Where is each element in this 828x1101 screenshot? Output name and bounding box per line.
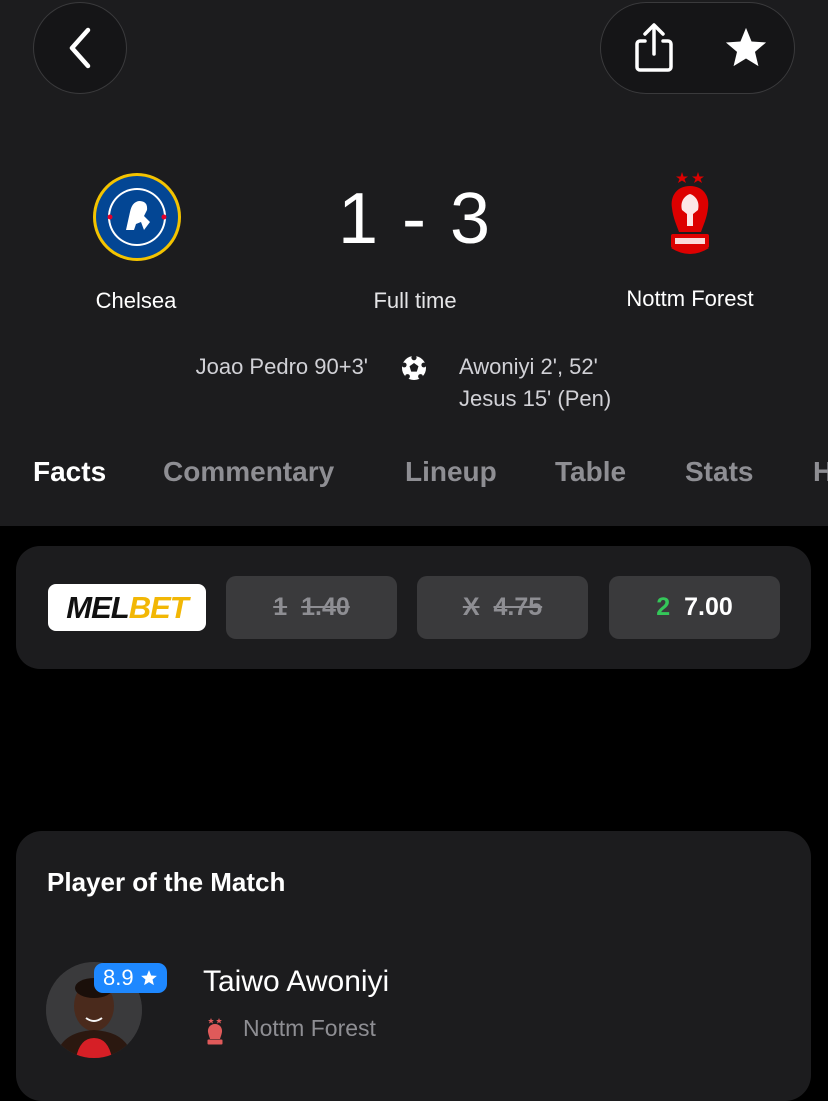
odds-card: MEL BET 1 1.40 X 4.75 2 7.00 [16,546,811,669]
home-team-name[interactable]: Chelsea [6,288,266,314]
melbet-logo-mel: MEL [66,589,129,625]
chevron-left-icon [69,27,91,69]
back-button[interactable] [33,2,127,94]
melbet-logo-bet: BET [128,589,189,625]
tab-table[interactable]: Table [555,456,626,488]
odds-away-win[interactable]: 2 7.00 [609,576,780,639]
away-scorer: Awoniyi 2', 52' [459,354,598,379]
match-score: 1 - 3 [337,179,493,259]
odds-draw[interactable]: X 4.75 [417,576,588,639]
header-actions [600,2,795,94]
star-icon [140,970,157,986]
nottm-forest-crest-icon [207,1018,223,1045]
favorite-button[interactable] [718,19,774,77]
player-team-name: Nottm Forest [243,1015,376,1041]
odds-selection-label: 1 [273,593,288,621]
potm-title: Player of the Match [47,867,286,897]
odds-selection-label: 2 [656,593,671,621]
tab-stats[interactable]: Stats [685,456,753,488]
odds-home-win[interactable]: 1 1.40 [226,576,397,639]
player-of-the-match-card[interactable]: Player of the Match 8.9 Taiwo Awoniyi No… [16,831,811,1101]
rating-value: 8.9 [103,965,134,990]
share-icon [635,23,673,72]
match-header: Chelsea 1 - 3 Full time Nottm Forest Joa… [0,0,828,526]
odds-value: 7.00 [684,593,733,621]
nottm-forest-crest-icon [671,172,709,254]
player-rating-badge: 8.9 [94,963,167,993]
chelsea-crest-icon [93,173,181,261]
odds-value: 1.40 [301,593,350,621]
tab-head-to-head[interactable]: H [813,456,828,488]
home-scorer: Joao Pedro 90+3' [195,354,368,379]
match-tabs: Facts Commentary Lineup Table Stats H [0,456,828,500]
away-team-name[interactable]: Nottm Forest [560,286,820,312]
odds-selection-label: X [462,593,480,621]
star-icon [725,27,767,67]
player-name[interactable]: Taiwo Awoniyi [203,965,389,999]
tab-commentary[interactable]: Commentary [163,456,334,488]
away-scorer: Jesus 15' (Pen) [459,386,612,411]
odds-value: 4.75 [493,593,543,621]
tab-facts[interactable]: Facts [33,456,106,488]
share-button[interactable] [626,19,682,77]
tab-lineup[interactable]: Lineup [405,456,497,488]
match-status: Full time [373,288,457,313]
melbet-logo[interactable]: MEL BET [48,584,206,631]
soccer-ball-icon [401,355,427,380]
